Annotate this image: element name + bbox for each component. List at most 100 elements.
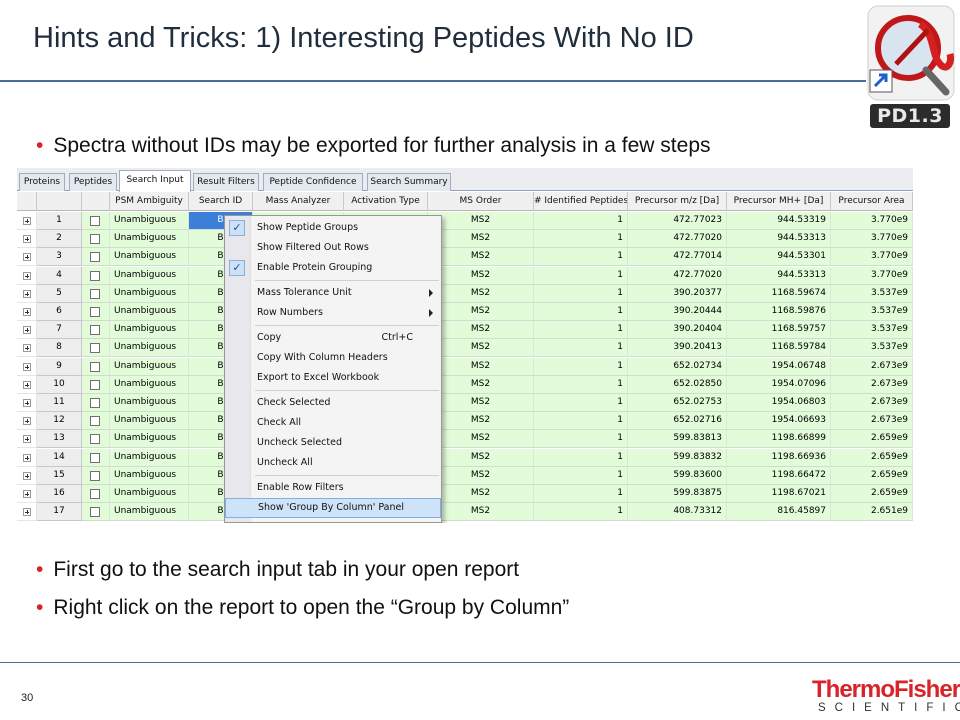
column-header-9[interactable]: Precursor m/z [Da] xyxy=(628,192,727,211)
menu-item-show-group-by-column-panel[interactable]: Show 'Group By Column' Panel xyxy=(225,498,441,518)
row-checkbox-cell[interactable] xyxy=(82,357,110,376)
row-expand-cell[interactable] xyxy=(17,230,37,249)
row-checkbox-cell[interactable] xyxy=(82,412,110,431)
column-header-8[interactable]: # Identified Peptides xyxy=(534,192,628,211)
tab-result-filters[interactable]: Result Filters xyxy=(193,173,259,191)
tab-peptide-confidence[interactable]: Peptide Confidence xyxy=(263,173,363,191)
row-checkbox-cell[interactable] xyxy=(82,394,110,412)
expand-plus-icon[interactable] xyxy=(23,435,31,444)
column-header-5[interactable]: Mass Analyzer xyxy=(253,192,344,211)
row-expand-cell[interactable] xyxy=(17,375,37,394)
row-expand-cell[interactable] xyxy=(17,339,37,358)
expand-plus-icon[interactable] xyxy=(23,471,31,480)
table-row[interactable]: 16 Unambiguous B MS2 1 599.83875 1198.67021 2.6… xyxy=(17,485,913,503)
column-header-11[interactable]: Precursor Area xyxy=(831,192,913,211)
expand-plus-icon[interactable] xyxy=(23,271,31,280)
row-expand-cell[interactable] xyxy=(17,448,37,467)
row-expand-cell[interactable] xyxy=(17,412,37,431)
column-header-3[interactable]: PSM Ambiguity xyxy=(110,192,189,211)
expand-plus-icon[interactable] xyxy=(23,362,31,371)
expand-plus-icon[interactable] xyxy=(23,235,31,244)
row-expand-cell[interactable] xyxy=(17,357,37,376)
row-checkbox[interactable] xyxy=(90,434,100,445)
table-row[interactable]: 11 Unambiguous B MS2 1 652.02753 1954.06803 2.6… xyxy=(17,394,913,412)
expand-plus-icon[interactable] xyxy=(23,289,31,298)
table-row[interactable]: 3 Unambiguous B MS2 1 472.77014 944.53301 3.770… xyxy=(17,248,913,267)
table-row[interactable]: 15 Unambiguous B MS2 1 599.83600 1198.66472 2.6… xyxy=(17,466,913,485)
tab-peptides[interactable]: Peptides xyxy=(69,173,117,191)
row-checkbox-cell[interactable] xyxy=(82,212,110,230)
row-expand-cell[interactable] xyxy=(17,485,37,503)
row-checkbox-cell[interactable] xyxy=(82,503,110,522)
row-checkbox-cell[interactable] xyxy=(82,284,110,303)
table-row[interactable]: 7 Unambiguous B MS2 1 390.20404 1168.59757 3.53… xyxy=(17,321,913,340)
expand-plus-icon[interactable] xyxy=(23,344,31,353)
tab-search-input[interactable]: Search Input xyxy=(119,170,191,192)
column-header-10[interactable]: Precursor MH+ [Da] xyxy=(727,192,831,211)
row-checkbox[interactable] xyxy=(90,288,100,299)
row-expand-cell[interactable] xyxy=(17,394,37,412)
row-checkbox-cell[interactable] xyxy=(82,448,110,467)
row-expand-cell[interactable] xyxy=(17,321,37,340)
expand-plus-icon[interactable] xyxy=(23,490,31,498)
row-expand-cell[interactable] xyxy=(17,503,37,522)
menu-item-check-all[interactable]: Check All xyxy=(225,413,441,433)
row-checkbox[interactable] xyxy=(90,379,100,390)
row-checkbox-cell[interactable] xyxy=(82,466,110,485)
row-expand-cell[interactable] xyxy=(17,212,37,230)
expand-plus-icon[interactable] xyxy=(23,508,31,517)
row-expand-cell[interactable] xyxy=(17,430,37,449)
table-row[interactable]: 4 Unambiguous B MS2 1 472.77020 944.53313 3.770… xyxy=(17,266,913,285)
expand-plus-icon[interactable] xyxy=(23,253,31,262)
column-header-4[interactable]: Search ID xyxy=(189,192,253,211)
row-checkbox[interactable] xyxy=(90,398,100,408)
row-checkbox[interactable] xyxy=(90,307,100,317)
column-header-7[interactable]: MS Order xyxy=(428,192,534,211)
row-checkbox[interactable] xyxy=(90,361,100,372)
menu-item-show-filtered-out-rows[interactable]: Show Filtered Out Rows xyxy=(225,238,441,258)
table-row[interactable]: 13 Unambiguous B MS2 1 599.83813 1198.66899 2.6… xyxy=(17,430,913,449)
menu-item-export-to-excel-workbook[interactable]: Export to Excel Workbook xyxy=(225,368,441,388)
menu-item-show-peptide-groups[interactable]: Show Peptide Groups ✓ xyxy=(225,218,441,238)
row-checkbox[interactable] xyxy=(90,489,100,499)
row-checkbox-cell[interactable] xyxy=(82,321,110,340)
table-row[interactable]: 1UnambiguousBFTMSHCDMS21472.77023944.533… xyxy=(17,212,913,230)
row-checkbox[interactable] xyxy=(90,252,100,263)
expand-plus-icon[interactable] xyxy=(23,417,31,426)
expand-plus-icon[interactable] xyxy=(23,308,31,316)
row-checkbox-cell[interactable] xyxy=(82,375,110,394)
table-row[interactable]: 12 Unambiguous B MS2 1 652.02716 1954.06693 2.6… xyxy=(17,412,913,431)
row-checkbox[interactable] xyxy=(90,507,100,518)
row-checkbox[interactable] xyxy=(90,325,100,336)
row-checkbox[interactable] xyxy=(90,216,100,226)
row-expand-cell[interactable] xyxy=(17,266,37,285)
menu-item-row-numbers[interactable]: Row Numbers xyxy=(225,303,441,323)
tab-proteins[interactable]: Proteins xyxy=(19,173,65,191)
menu-item-uncheck-all[interactable]: Uncheck All xyxy=(225,453,441,473)
row-checkbox-cell[interactable] xyxy=(82,230,110,249)
expand-plus-icon[interactable] xyxy=(23,399,31,407)
tab-search-summary[interactable]: Search Summary xyxy=(367,173,451,191)
expand-plus-icon[interactable] xyxy=(23,380,31,389)
menu-item-mass-tolerance-unit[interactable]: Mass Tolerance Unit xyxy=(225,283,441,303)
menu-item-enable-row-filters[interactable]: Enable Row Filters xyxy=(225,478,441,498)
menu-item-enable-protein-grouping[interactable]: Enable Protein Grouping ✓ xyxy=(225,258,441,278)
table-row[interactable]: 6 Unambiguous B MS2 1 390.20444 1168.59876 3.53… xyxy=(17,303,913,321)
expand-plus-icon[interactable] xyxy=(23,453,31,462)
row-checkbox[interactable] xyxy=(90,270,100,281)
menu-item-copy-with-column-headers[interactable]: Copy With Column Headers xyxy=(225,348,441,368)
table-row[interactable]: 5 Unambiguous B MS2 1 390.20377 1168.59674 3.53… xyxy=(17,284,913,303)
row-expand-cell[interactable] xyxy=(17,284,37,303)
table-row[interactable]: 10 Unambiguous B MS2 1 652.02850 1954.07096 2.6… xyxy=(17,375,913,394)
row-checkbox-cell[interactable] xyxy=(82,430,110,449)
menu-item-check-selected[interactable]: Check Selected xyxy=(225,393,441,413)
row-checkbox[interactable] xyxy=(90,234,100,245)
row-checkbox-cell[interactable] xyxy=(82,248,110,267)
row-checkbox[interactable] xyxy=(90,416,100,427)
table-row[interactable]: 9 Unambiguous B MS2 1 652.02734 1954.06748 2.67… xyxy=(17,357,913,376)
row-checkbox-cell[interactable] xyxy=(82,266,110,285)
table-row[interactable]: 14 Unambiguous B MS2 1 599.83832 1198.66936 2.6… xyxy=(17,448,913,467)
row-expand-cell[interactable] xyxy=(17,248,37,267)
expand-plus-icon[interactable] xyxy=(23,217,31,225)
row-checkbox-cell[interactable] xyxy=(82,339,110,358)
